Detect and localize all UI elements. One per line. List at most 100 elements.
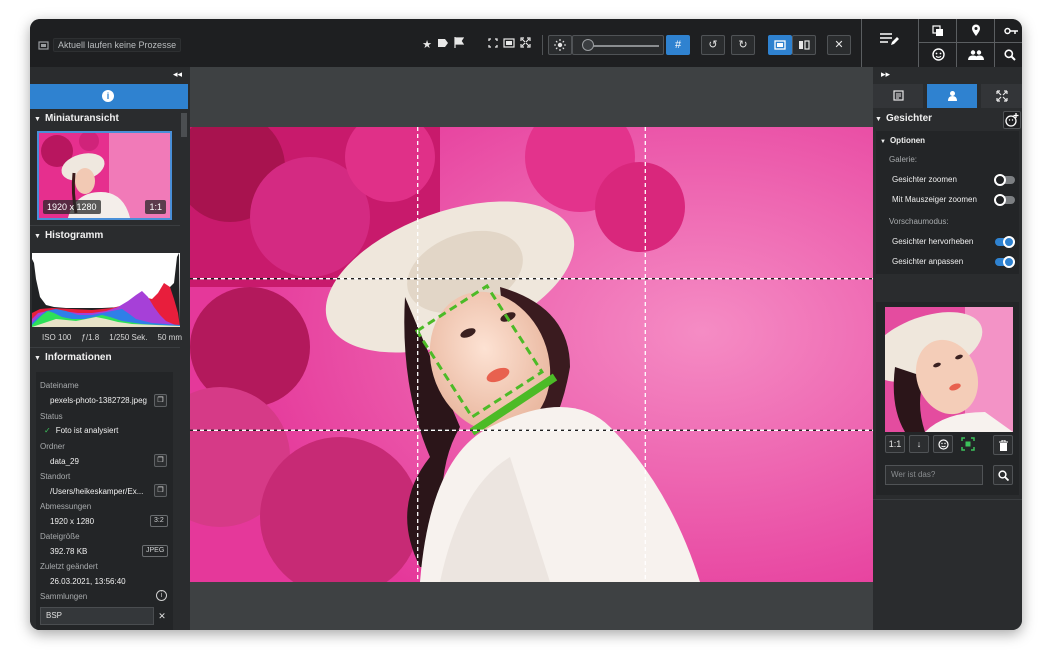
left-panel: ◂◂ i ▼ Miniaturansicht 1920 x 1280 1:1 ▼ H…	[30, 67, 190, 630]
top-toolbar: Aktuell laufen keine Prozesse ★ # ↺ ↻ ✕	[30, 19, 1022, 67]
search-icon[interactable]	[995, 43, 1022, 67]
toggle-knob	[1003, 256, 1015, 268]
section-faces[interactable]: ▼ Gesichter	[875, 113, 932, 124]
fit-faces-toggle[interactable]	[995, 256, 1015, 268]
divider	[30, 347, 180, 348]
image-viewer[interactable]	[190, 67, 873, 630]
location-value: /Users/heikeskamper/Ex...	[50, 487, 144, 496]
section-faces-label: Gesichter	[885, 113, 933, 124]
star-icon[interactable]: ★	[419, 37, 435, 53]
fit-icon[interactable]	[501, 37, 517, 53]
options-box: ▼ Optionen Galerie: Gesichter zoomen Mit …	[876, 131, 1019, 274]
highlight-faces-toggle[interactable]	[995, 236, 1015, 248]
zoom-pointer-label: Mit Mauszeiger zoomen	[892, 195, 977, 204]
thumb-size-badge: 1920 x 1280	[43, 200, 101, 214]
separator	[542, 35, 543, 55]
collapse-right-icon[interactable]: ▸▸	[881, 69, 890, 80]
highlight-faces-label: Gesichter hervorheben	[892, 237, 974, 246]
section-thumbnail[interactable]: ▼ Miniaturansicht	[30, 113, 182, 131]
rotate-left-icon[interactable]: ↺	[701, 35, 725, 55]
check-icon: ✓	[44, 426, 51, 435]
key-icon[interactable]	[995, 19, 1022, 43]
tab-info[interactable]: i	[30, 84, 188, 109]
exif-iso: ISO 100	[42, 333, 72, 342]
preview-label: Vorschaumodus:	[889, 217, 949, 226]
label-icon[interactable]	[435, 37, 451, 53]
exif-shutter: 1/250 Sek.	[109, 333, 148, 342]
collapse-left-icon[interactable]: ◂◂	[173, 69, 182, 80]
tab-expand[interactable]	[981, 84, 1022, 108]
remove-collection-icon[interactable]: ✕	[156, 608, 168, 624]
dimensions-value: 1920 x 1280	[50, 517, 95, 526]
collections-info-icon[interactable]: i	[156, 590, 167, 601]
zoom-pointer-toggle[interactable]	[994, 194, 1015, 206]
brightness-icon[interactable]	[548, 35, 572, 55]
copy-location-icon[interactable]: ❐	[154, 484, 167, 497]
search-icon	[997, 470, 1009, 482]
copy-filename-icon[interactable]: ❐	[154, 394, 167, 407]
chevron-down-icon: ▼	[875, 116, 882, 123]
rotate-right-icon[interactable]: ↻	[731, 35, 755, 55]
single-view-icon[interactable]	[768, 35, 792, 55]
compare-view-icon[interactable]	[792, 35, 816, 55]
edit-list-icon[interactable]	[876, 31, 902, 55]
toggle-knob	[994, 174, 1006, 186]
filesize-label: Dateigröße	[40, 532, 80, 541]
copy-folder-icon[interactable]: ❐	[154, 454, 167, 467]
face-focus-icon[interactable]	[961, 437, 975, 451]
face-thumbnail[interactable]	[885, 307, 1013, 432]
grid-icon[interactable]: #	[666, 35, 690, 55]
section-histogram[interactable]: ▼ Histogramm	[30, 230, 182, 248]
right-panel: ▸▸ ▼ Gesichter ▼ Optionen Galerie: Gesicht…	[873, 67, 1022, 630]
fullscreen-icon[interactable]	[517, 37, 533, 53]
arrow-down-icon[interactable]: ↓	[909, 435, 929, 453]
section-info[interactable]: ▼ Informationen	[30, 352, 182, 370]
process-status: Aktuell laufen keine Prozesse	[38, 38, 182, 52]
info-box: Dateiname pexels-photo-1382728.jpeg ❐ St…	[36, 372, 173, 630]
zoom-faces-toggle[interactable]	[994, 174, 1015, 186]
toggle-knob	[1003, 236, 1015, 248]
location-label: Standort	[40, 472, 71, 481]
crop-icon[interactable]	[485, 37, 501, 53]
status-text: Foto ist analysiert	[55, 426, 119, 435]
histogram	[32, 253, 180, 327]
divider	[30, 225, 180, 226]
collection-input[interactable]: BSP	[40, 607, 154, 625]
who-is-that-input[interactable]: Wer ist das?	[885, 465, 983, 485]
status-label: Status	[40, 412, 63, 421]
collections-label: Sammlungen	[40, 592, 88, 601]
delete-face-icon[interactable]	[993, 435, 1013, 455]
stamp-icon	[38, 40, 49, 50]
section-histogram-label: Histogramm	[44, 230, 104, 241]
status-value: ✓ Foto ist analysiert	[44, 426, 118, 435]
tab-metadata[interactable]	[873, 84, 923, 108]
face-search-button[interactable]	[993, 465, 1013, 485]
close-icon[interactable]: ✕	[827, 35, 851, 55]
section-thumbnail-label: Miniaturansicht	[44, 113, 119, 124]
chevron-down-icon: ▼	[34, 233, 41, 240]
zoom-slider[interactable]	[572, 35, 664, 55]
filesize-value: 392.78 KB	[50, 547, 88, 556]
add-face-button[interactable]	[1003, 111, 1021, 129]
location-icon[interactable]	[957, 19, 995, 43]
chevron-down-icon: ▼	[880, 139, 886, 145]
face-recognize-icon[interactable]	[933, 435, 953, 453]
face-zoom-button[interactable]: 1:1	[885, 435, 905, 453]
copy-icon[interactable]	[919, 19, 957, 43]
flag-icon[interactable]	[451, 37, 467, 53]
face-icon[interactable]	[919, 43, 957, 67]
section-info-label: Informationen	[44, 352, 112, 363]
people-icon[interactable]	[957, 43, 995, 67]
chevron-down-icon: ▼	[34, 116, 41, 123]
info-icon: i	[102, 90, 114, 102]
zoom-slider-knob[interactable]	[582, 39, 595, 51]
photo-render	[190, 127, 873, 582]
tab-faces[interactable]	[927, 84, 977, 108]
options-header[interactable]: ▼ Optionen	[880, 136, 925, 145]
thumbnail-image[interactable]: 1920 x 1280 1:1	[37, 131, 172, 220]
main-photo[interactable]	[190, 127, 873, 582]
person-icon	[947, 91, 957, 101]
face-photo	[885, 307, 1013, 432]
face-card: 1:1 ↓ Wer ist das?	[876, 302, 1019, 495]
toggle-knob	[994, 194, 1006, 206]
